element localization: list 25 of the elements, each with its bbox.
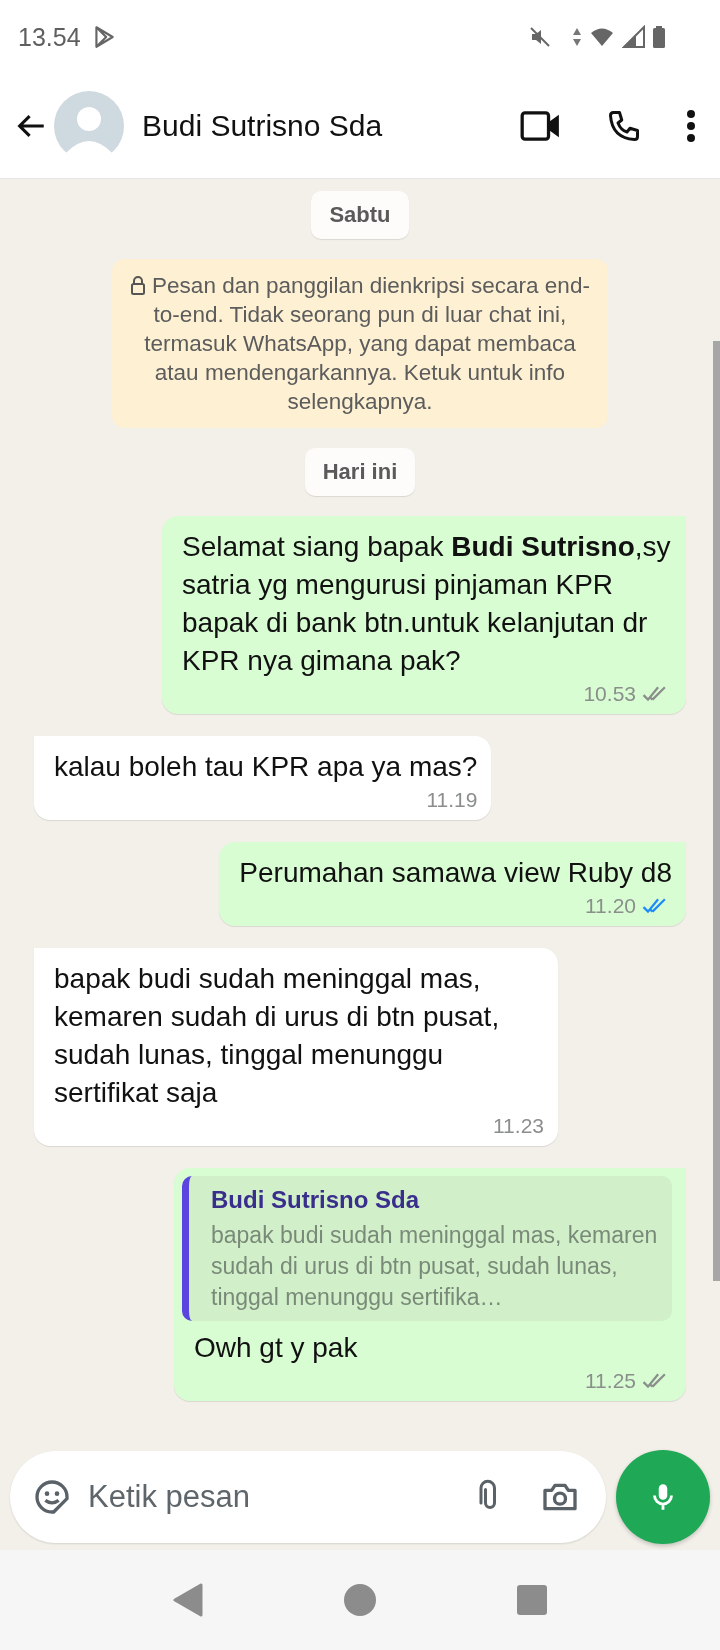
contact-name[interactable]: Budi Sutrisno Sda bbox=[142, 109, 383, 143]
message-bubble[interactable]: Selamat siang bapak Budi Sutrisno,sy satria yg mengurusi pinjaman KPR bapak di bank btn.untuk kelanjutan dr KPR nya gimana pak? 10.53 bbox=[162, 516, 686, 714]
message-text: Owh gt y pak bbox=[193, 1331, 359, 1365]
date-chip: Sabtu bbox=[311, 191, 409, 239]
message-text: kalau boleh tau KPR apa ya mas? bbox=[54, 750, 478, 784]
message-time: 11.25 bbox=[585, 1369, 636, 1393]
message-composer-bar[interactable]: Ketik pesan bbox=[10, 1451, 606, 1543]
message-bubble[interactable]: Perumahan samawa view Ruby d8 11.20 bbox=[219, 842, 686, 926]
status-time: 13.54 bbox=[18, 22, 81, 52]
date-chip: Hari ini bbox=[304, 448, 416, 496]
quote-text: bapak budi sudah meninggal mas, kemaren sudah di urus di btn pusat, sudah lunas, tinggal menunggu sertifika… bbox=[211, 1221, 658, 1312]
encryption-notice[interactable]: Pesan dan panggilan dienkripsi secara end-to-end. Tidak seorang pun di luar chat ini, termasuk WhatsApp, yang dapat membaca atau mendengarkannya. Ketuk untuk info selengkapnya. bbox=[112, 259, 608, 428]
message-bubble[interactable]: kalau boleh tau KPR apa ya mas? 11.19 bbox=[34, 736, 492, 820]
message-text: Perumahan samawa view Ruby d8 bbox=[239, 856, 672, 890]
message-text: bapak budi sudah meninggal mas, kemaren sudah di urus di btn pusat, sudah lunas, tinggal menunggu sertifikat saja bbox=[54, 962, 501, 1110]
message-bubble[interactable]: Budi Sutrisno Sda bapak budi sudah meninggal mas, kemaren sudah di urus di btn pusat, sudah lunas, tinggal menunggu sertifika… Owh gt y pak 11.25 bbox=[174, 1168, 686, 1401]
message-time: 11.20 bbox=[585, 894, 636, 918]
quoted-message[interactable]: Budi Sutrisno Sda bapak budi sudah meninggal mas, kemaren sudah di urus di btn pusat, sudah lunas, tinggal menunggu sertifika… bbox=[182, 1176, 672, 1321]
message-time: 11.19 bbox=[426, 788, 478, 812]
message-text: Selamat siang bapak Budi Sutrisno,sy satria yg mengurusi pinjaman KPR bapak di bank btn.untuk kelanjutan dr KPR nya gimana pak? bbox=[182, 530, 672, 678]
message-time: 10.53 bbox=[583, 682, 636, 706]
message-bubble[interactable]: bapak budi sudah meninggal mas, kemaren sudah di urus di btn pusat, sudah lunas, tinggal menunggu sertifikat saja 11.23 bbox=[34, 948, 558, 1146]
quote-author: Budi Sutrisno Sda bbox=[211, 1186, 421, 1214]
message-time: 11.23 bbox=[493, 1114, 544, 1138]
message-text-input[interactable]: Ketik pesan bbox=[86, 1478, 458, 1516]
